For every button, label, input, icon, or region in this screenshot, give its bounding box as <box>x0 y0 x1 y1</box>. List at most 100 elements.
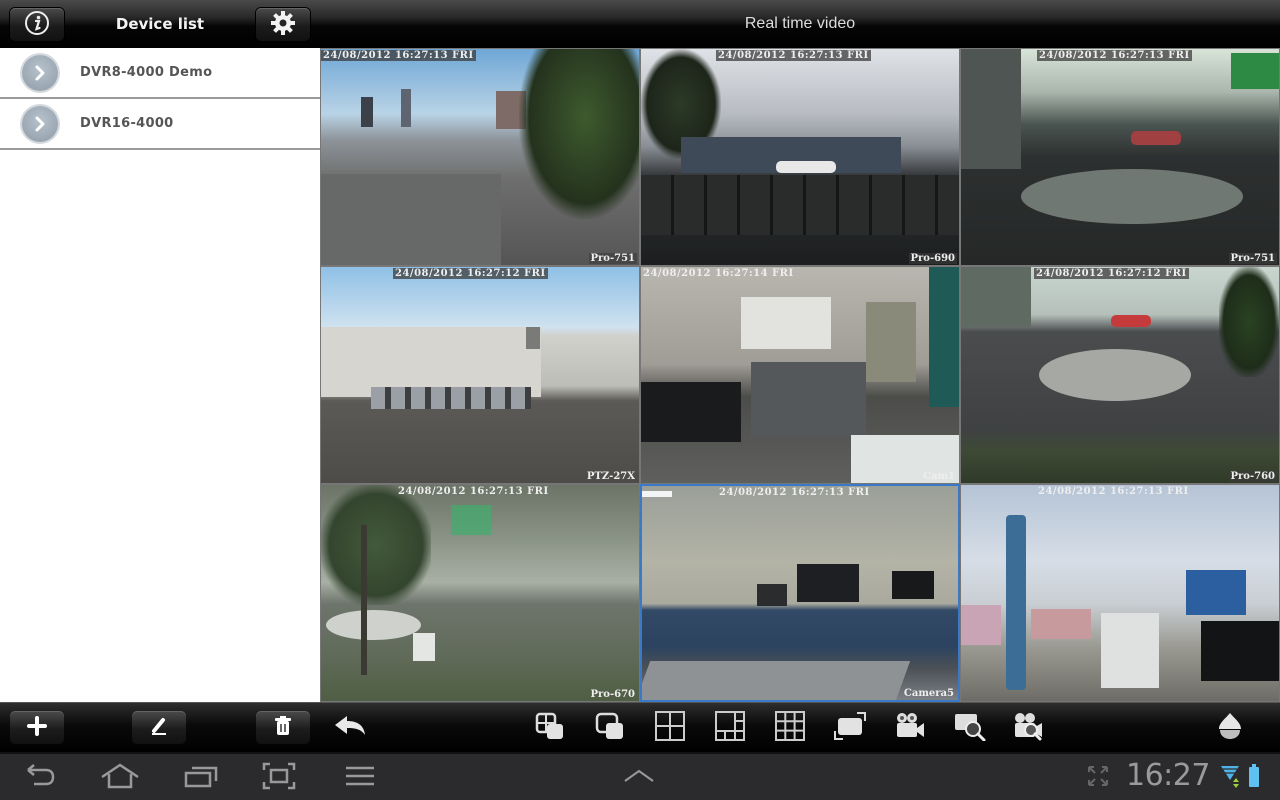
app-window: Device list Real time video DVR8-4000 De… <box>0 0 1280 800</box>
home-button[interactable] <box>100 763 140 793</box>
bottom-toolbar <box>0 702 1280 752</box>
camera-name: Cam1 <box>923 471 955 482</box>
video-feed <box>961 267 1279 483</box>
wifi-status <box>1218 764 1244 792</box>
camera-tile[interactable]: 24/08/2012 16:27:13 FRI Pro-690 <box>640 48 960 266</box>
recent-apps-button[interactable] <box>181 764 221 792</box>
camera-timestamp: 24/08/2012 16:27:13 FRI <box>398 486 549 497</box>
camera-name: Camera5 <box>903 688 954 699</box>
fullscreen-button[interactable] <box>832 712 868 744</box>
expand-bar-button[interactable] <box>619 764 659 792</box>
device-label: DVR8-4000 Demo <box>80 65 213 80</box>
camera-tile[interactable]: 24/08/2012 16:27:13 FRI <box>960 484 1280 702</box>
back-arrow-button[interactable] <box>332 712 368 744</box>
expand-icon <box>1087 765 1109 791</box>
camera-name: Pro-690 <box>908 253 957 264</box>
single-view-layout-button[interactable] <box>532 712 568 744</box>
settings-button[interactable] <box>256 8 310 41</box>
record-button[interactable] <box>892 712 928 744</box>
add-icon <box>26 715 48 741</box>
pip-layout-icon <box>594 711 626 745</box>
camera-timestamp: 24/08/2012 16:27:13 FRI <box>321 50 476 61</box>
camera-tile[interactable]: 24/08/2012 16:27:13 FRI Pro-670 <box>320 484 640 702</box>
recent-apps-icon <box>184 764 218 792</box>
camera-search-icon <box>1013 711 1047 745</box>
grid-4-layout-button[interactable] <box>652 711 688 745</box>
grid-6-icon <box>715 711 745 745</box>
home-icon <box>100 763 140 793</box>
video-grid: 24/08/2012 16:27:13 FRI Pro-751 24/08/20… <box>320 48 1280 702</box>
camera-name: Pro-670 <box>590 689 635 700</box>
delete-icon <box>273 715 293 741</box>
real-time-video-title: Real time video <box>744 15 856 32</box>
record-camera-icon <box>894 711 926 745</box>
grid-9-icon <box>775 711 805 745</box>
video-feed <box>642 486 958 700</box>
back-button[interactable] <box>20 764 60 792</box>
camera-timestamp: 24/08/2012 16:27:13 FRI <box>716 50 871 61</box>
grid-4-icon <box>655 711 685 745</box>
camera-timestamp: 24/08/2012 16:27:14 FRI <box>643 268 794 279</box>
camera-tile[interactable]: 24/08/2012 16:27:12 FRI Pro-760 <box>960 266 1280 484</box>
gear-icon <box>270 10 296 40</box>
video-feed <box>321 485 639 701</box>
grid-6-layout-button[interactable] <box>712 711 748 745</box>
expand-screen-button[interactable] <box>1080 764 1116 792</box>
status-clock: 16:27 <box>1126 758 1210 793</box>
screenshot-icon <box>262 762 296 794</box>
camera-timestamp: 24/08/2012 16:27:13 FRI <box>719 487 870 498</box>
add-device-button[interactable] <box>10 711 64 744</box>
chevron-right-circle-icon[interactable] <box>22 54 58 91</box>
camera-timestamp: 24/08/2012 16:27:12 FRI <box>393 268 548 279</box>
screenshot-button[interactable] <box>259 762 299 794</box>
system-navigation-bar: 16:27 <box>0 752 1280 800</box>
video-feed <box>641 267 959 483</box>
ptz-control-button[interactable] <box>1212 712 1248 744</box>
fullscreen-icon <box>833 711 867 745</box>
menu-icon <box>345 765 375 791</box>
device-list: DVR8-4000 Demo DVR16-4000 <box>0 48 320 702</box>
back-arrow-icon <box>333 713 367 743</box>
single-view-layout-icon <box>534 711 566 745</box>
grid-9-layout-button[interactable] <box>772 711 808 745</box>
wifi-icon <box>1220 763 1242 793</box>
device-list-header: Device list <box>0 0 320 48</box>
back-icon <box>24 764 56 792</box>
camera-name: Pro-751 <box>588 253 637 264</box>
video-feed <box>961 49 1279 265</box>
camera-timestamp: 24/08/2012 16:27:13 FRI <box>1037 50 1192 61</box>
camera-tile[interactable]: 24/08/2012 16:27:14 FRI Cam1 <box>640 266 960 484</box>
battery-icon <box>1248 764 1260 792</box>
camera-timestamp: 24/08/2012 16:27:12 FRI <box>1034 268 1189 279</box>
video-feed <box>321 267 639 483</box>
info-button[interactable] <box>10 8 64 41</box>
search-playback-icon <box>953 711 987 745</box>
delete-device-button[interactable] <box>256 711 310 744</box>
video-feed <box>641 49 959 265</box>
camera-timestamp: 24/08/2012 16:27:13 FRI <box>1038 486 1189 497</box>
device-list-title: Device list <box>115 15 205 33</box>
device-item[interactable]: DVR16-4000 <box>0 99 320 150</box>
camera-tile-selected[interactable]: 24/08/2012 16:27:13 FRI Camera5 <box>640 484 960 702</box>
chevron-up-icon <box>623 768 655 788</box>
camera-tile[interactable]: 24/08/2012 16:27:13 FRI Pro-751 <box>320 48 640 266</box>
pip-layout-button[interactable] <box>592 712 628 744</box>
device-label: DVR16-4000 <box>80 116 174 131</box>
video-feed <box>961 485 1279 701</box>
camera-name: PTZ-27X <box>586 471 635 482</box>
edit-icon <box>148 715 170 741</box>
info-icon <box>24 10 50 40</box>
camera-name: Pro-760 <box>1228 471 1277 482</box>
edit-device-button[interactable] <box>132 711 186 744</box>
camera-tile[interactable]: 24/08/2012 16:27:13 FRI Pro-751 <box>960 48 1280 266</box>
video-feed <box>321 49 639 265</box>
battery-status <box>1244 764 1264 792</box>
chevron-right-circle-icon[interactable] <box>22 105 58 142</box>
camera-name: Pro-751 <box>1228 253 1277 264</box>
camera-search-button[interactable] <box>1012 712 1048 744</box>
device-item[interactable]: DVR8-4000 Demo <box>0 48 320 99</box>
search-playback-button[interactable] <box>952 712 988 744</box>
menu-button[interactable] <box>340 764 380 792</box>
ptz-dome-icon <box>1215 711 1245 745</box>
camera-tile[interactable]: 24/08/2012 16:27:12 FRI PTZ-27X <box>320 266 640 484</box>
